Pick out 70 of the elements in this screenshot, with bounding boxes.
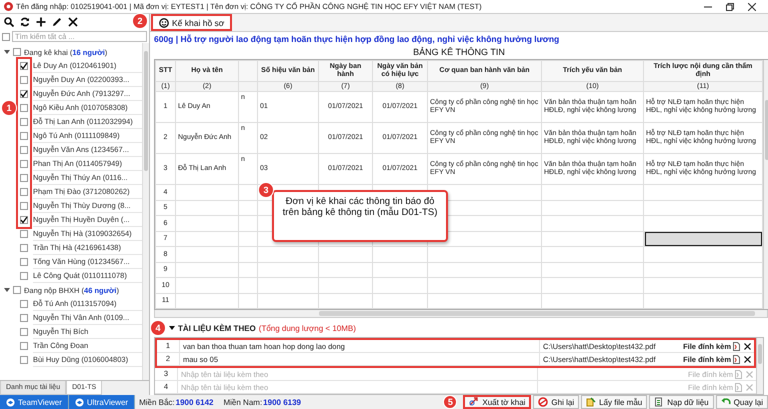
hotline-label: Miền Nam: [223,398,262,406]
remove-icon[interactable] [744,356,751,363]
checkbox[interactable] [20,174,28,182]
export-icon [469,397,480,407]
search-icon[interactable] [4,17,14,27]
file-icon[interactable] [733,342,740,351]
checkbox[interactable] [20,342,28,350]
checkbox[interactable] [20,328,28,336]
close-icon[interactable] [748,2,756,10]
remove-icon[interactable] [744,342,751,350]
smiley-icon [159,18,169,28]
action-button[interactable]: Quay lại [716,395,768,409]
table-title: BẢNG KÊ THÔNG TIN [412,46,506,58]
checkmark-icon [20,216,28,224]
checkbox[interactable] [20,230,28,238]
checkbox[interactable] [2,32,10,40]
app-icon [74,398,84,406]
checkbox[interactable] [20,244,28,252]
checkbox[interactable] [20,62,28,70]
taskbar-app-button[interactable]: UltraViewer [68,395,136,409]
document-icon [654,397,664,407]
form-heading: 600g | Hỗ trợ người lao động tạm hoãn thực hiện hợp đồng lao động, nghỉ việc không hưởng lương [153,33,560,46]
file-icon[interactable] [733,354,740,364]
close-icon[interactable] [68,17,78,27]
checkbox[interactable] [20,300,28,308]
hotline-label: Miền Bắc: [139,398,175,406]
step-badge: 4 [150,320,166,336]
collapse-arrow-icon[interactable] [4,49,10,55]
size-note: (Tổng dung lượng < 10MB) [258,324,356,333]
checkbox[interactable] [20,104,28,112]
checkbox[interactable] [13,286,21,294]
action-button[interactable]: Nạp dữ liệu [649,395,714,409]
checkbox[interactable] [20,202,28,210]
step-badge: 1 [1,100,17,116]
checkbox[interactable] [20,90,28,98]
checkbox[interactable] [20,188,28,196]
no-sign-icon [538,397,548,407]
checkbox[interactable] [20,132,28,140]
collapse-arrow-icon[interactable] [169,325,175,332]
checkbox[interactable] [20,160,28,168]
folder-icon [586,397,596,407]
taskbar-app-button[interactable]: TeamViewer [0,395,69,409]
checkmark-icon [20,90,28,98]
checkmark-icon [20,62,28,70]
action-button[interactable]: Xuất tờ khai [463,395,532,409]
hotline-number: 1900 6142 [176,398,214,406]
action-button[interactable]: Ghi lại [533,395,580,409]
callout-note: Đơn vị kê khai các thông tin báo đỏ trên bảng kê thông tin (mẫu D01-TS) [272,190,448,242]
undo-icon [720,397,731,407]
app-icon [6,398,15,406]
checkbox[interactable] [20,76,28,84]
step-badge: 2 [132,13,148,29]
plus-icon[interactable] [36,17,46,27]
checkbox[interactable] [20,146,28,154]
checkbox[interactable] [20,356,28,364]
restore-icon[interactable] [726,2,734,10]
collapse-arrow-icon[interactable] [4,287,10,293]
action-button[interactable]: Lấy file mẫu [581,395,648,409]
step-badge: 5 [443,395,458,409]
checkbox[interactable] [20,118,28,126]
pencil-icon[interactable] [52,17,62,27]
declare-tab[interactable]: Kế khai hồ sơ [151,14,232,32]
checkbox[interactable] [20,314,28,322]
checkbox[interactable] [20,216,28,224]
hotline-number: 1900 6139 [263,398,301,406]
section-title: TÀI LIỆU KÈM THEO [178,324,256,333]
refresh-icon[interactable] [20,17,30,27]
checkbox[interactable] [20,272,28,280]
checkbox[interactable] [20,258,28,266]
checkbox[interactable] [13,48,21,56]
